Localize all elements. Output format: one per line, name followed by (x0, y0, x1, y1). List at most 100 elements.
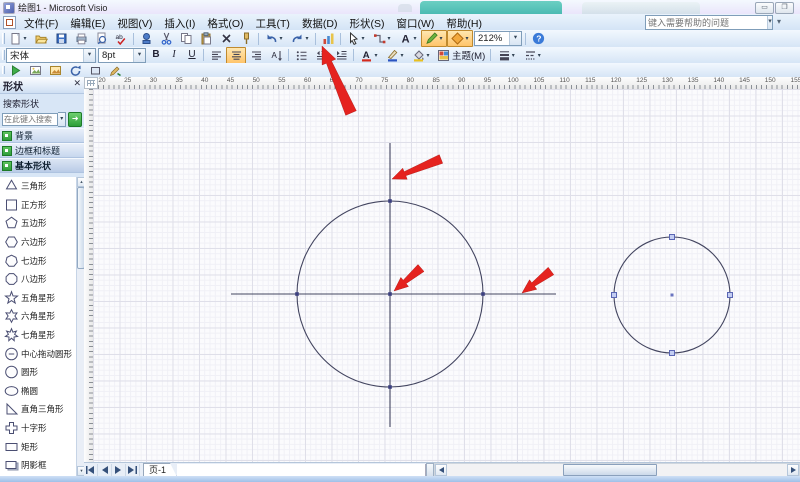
selection-handle[interactable] (669, 350, 675, 356)
connection-point[interactable] (295, 292, 299, 296)
save-button[interactable] (51, 30, 71, 47)
line-pattern-button[interactable]: ▾ (519, 47, 545, 64)
zoom-combo[interactable]: 212% ▾ (474, 31, 522, 46)
redo-button[interactable]: ▾ (287, 30, 313, 47)
scrollbar-thumb[interactable] (77, 187, 84, 269)
menu-item[interactable]: 工具(T) (250, 14, 296, 30)
painter-button[interactable] (236, 30, 256, 47)
toolbar-options-button[interactable]: ▾ (777, 17, 781, 26)
pencil-button[interactable]: ▾ (421, 30, 447, 47)
menu-item[interactable]: 形状(S) (344, 14, 391, 30)
stencil-bar[interactable]: 背景 (0, 128, 84, 143)
shape-search-input[interactable] (2, 113, 58, 126)
chevron-down-icon[interactable]: ▾ (509, 32, 521, 45)
shape-list-item[interactable]: 七边形 (0, 251, 84, 270)
stamp-button[interactable] (136, 30, 156, 47)
new-button[interactable]: ▾ (5, 30, 31, 47)
align-center-button[interactable] (226, 46, 246, 64)
menu-item[interactable]: 视图(V) (111, 14, 158, 30)
bold-button[interactable]: B (147, 47, 165, 63)
shape-list-item[interactable]: 五角星形 (0, 289, 84, 308)
run-button[interactable] (5, 62, 25, 79)
theme-button[interactable]: 主题(M) (434, 48, 488, 62)
shape-list-item[interactable]: 七角星形 (0, 326, 84, 345)
shape-list-item[interactable]: 六角星形 (0, 307, 84, 326)
pointer-button[interactable]: ▾ (343, 30, 369, 47)
shape-list-scrollbar[interactable]: ▲ ▼ (76, 177, 84, 476)
drawing-canvas[interactable] (93, 89, 800, 462)
chevron-down-icon[interactable]: ▾ (767, 16, 772, 29)
shape-list-item[interactable]: 阴影框 (0, 456, 84, 475)
line-color-button[interactable]: ▾ (382, 47, 408, 64)
font-color-button[interactable]: A ▾ (356, 47, 382, 64)
scrollbar-thumb[interactable] (563, 464, 658, 476)
shape-list-item[interactable]: 正方形 (0, 196, 84, 215)
shape-list-item[interactable]: 椭圆 (0, 382, 84, 401)
connection-point[interactable] (481, 292, 485, 296)
line-weight-button[interactable]: ▾ (493, 47, 519, 64)
horizontal-scrollbar[interactable] (434, 463, 800, 477)
clip-art-button[interactable] (45, 62, 65, 79)
chevron-down-icon[interactable]: ▾ (83, 48, 95, 62)
close-icon[interactable]: ✕ (73, 78, 81, 89)
menu-item[interactable]: 数据(D) (296, 14, 344, 30)
scroll-up-icon[interactable]: ▲ (77, 177, 84, 187)
selection-handle[interactable] (611, 292, 617, 298)
ink-tool-button[interactable] (105, 62, 125, 79)
textA-button[interactable]: A ▾ (395, 30, 421, 47)
open-button[interactable] (31, 30, 51, 47)
menu-item[interactable]: 插入(I) (158, 14, 201, 30)
drawing-shapes[interactable] (93, 89, 800, 462)
spell-button[interactable]: ab (111, 30, 131, 47)
shape-button[interactable] (85, 62, 105, 79)
menu-item[interactable]: 编辑(E) (64, 14, 111, 30)
scroll-right-icon[interactable] (787, 464, 799, 476)
fill-color-button[interactable]: ▾ (408, 47, 434, 64)
decrease-indent-button[interactable] (311, 47, 331, 64)
menu-item[interactable]: 文件(F) (18, 14, 64, 30)
chart-button[interactable] (318, 30, 338, 47)
align-right-button[interactable] (246, 47, 266, 64)
underline-button[interactable]: U (183, 47, 201, 63)
shape-list-item[interactable]: 直角三角形 (0, 400, 84, 419)
shape-list-item[interactable]: 矩形 (0, 437, 84, 456)
last-page-button[interactable] (126, 464, 140, 476)
help-search-box[interactable]: ▾ (645, 15, 773, 30)
font-size-combo[interactable]: 8pt ▾ (98, 47, 146, 63)
search-go-button[interactable]: ➜ (68, 112, 82, 127)
xdel-button[interactable] (216, 30, 236, 47)
next-page-button[interactable] (112, 464, 126, 476)
font-name-combo[interactable]: 宋体 ▾ (6, 47, 96, 63)
page-tab[interactable]: 页-1 (143, 463, 177, 477)
help-button[interactable]: ? (528, 30, 548, 47)
scroll-left-icon[interactable] (435, 464, 448, 476)
previous-page-button[interactable] (98, 464, 112, 476)
diamond-button[interactable]: ▾ (447, 30, 473, 47)
menu-item[interactable]: 帮助(H) (440, 14, 488, 30)
undo-button[interactable]: ▾ (261, 30, 287, 47)
rotate-button[interactable] (65, 62, 85, 79)
shape-list-item[interactable]: 六边形 (0, 233, 84, 252)
first-page-button[interactable] (84, 464, 98, 476)
shape-list-item[interactable]: 中心拖动圆形 (0, 344, 84, 363)
scroll-down-icon[interactable]: ▼ (77, 466, 84, 476)
insert-picture-button[interactable] (25, 62, 45, 79)
chevron-down-icon[interactable]: ▾ (133, 48, 145, 62)
restore-button[interactable]: ❐ (775, 2, 794, 14)
italic-button[interactable]: I (165, 47, 183, 63)
connector-button[interactable]: ▾ (369, 30, 395, 47)
align-left-button[interactable] (206, 47, 226, 64)
center-point-handle[interactable] (670, 293, 674, 297)
increase-indent-button[interactable] (331, 47, 351, 64)
preview-button[interactable] (91, 30, 111, 47)
stencil-bar[interactable]: 边框和标题 (0, 143, 84, 158)
connection-point[interactable] (388, 199, 392, 203)
menu-item[interactable]: 格式(O) (201, 14, 249, 30)
connection-point[interactable] (388, 292, 392, 296)
shape-list-item[interactable]: 圆形 (0, 363, 84, 382)
connection-point[interactable] (388, 385, 392, 389)
stencil-bar[interactable]: 基本形状 (0, 158, 84, 173)
shape-list-item[interactable]: 八边形 (0, 270, 84, 289)
shape-list-item[interactable]: 三角形 (0, 177, 84, 196)
paste-button[interactable] (196, 30, 216, 47)
